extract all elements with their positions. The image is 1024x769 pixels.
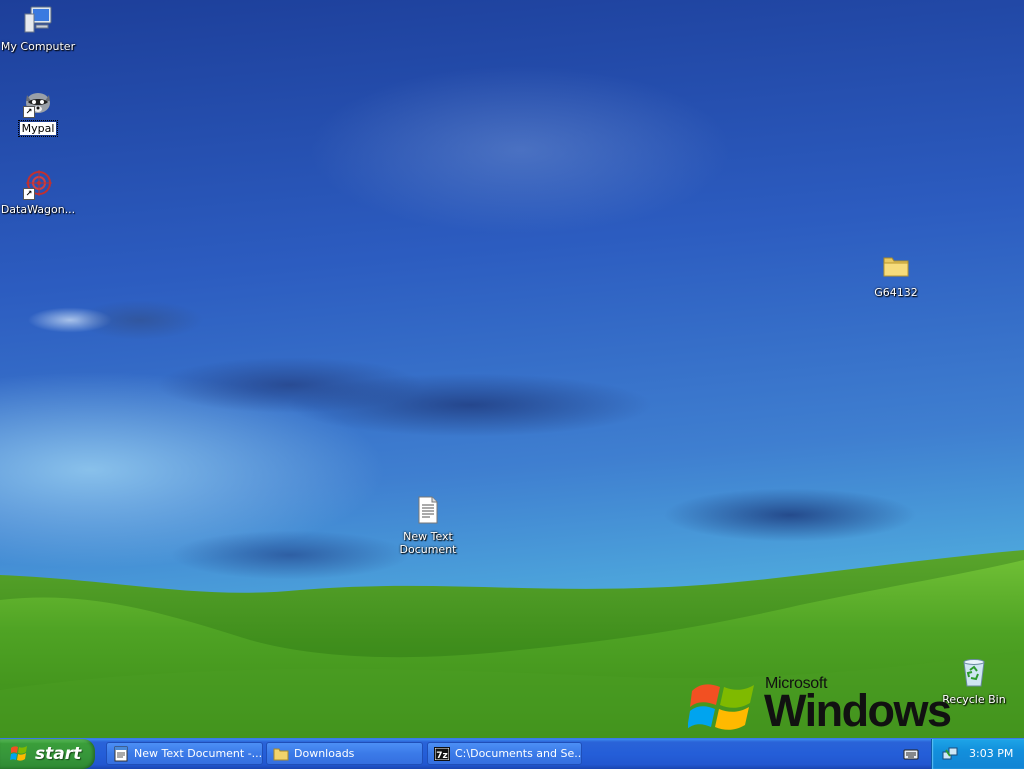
- icon-label: G64132: [874, 286, 918, 299]
- system-tray: 3:03 PM: [931, 739, 1024, 769]
- windows-flag-icon: [10, 746, 27, 761]
- bliss-hills: [0, 550, 1024, 738]
- text-document-icon: [411, 493, 445, 527]
- 7zip-icon: 7z: [434, 746, 450, 762]
- task-label: C:\Documents and Se...: [455, 747, 581, 760]
- datawagon-icon: ↗: [21, 166, 55, 200]
- raccoon-icon: ↗: [21, 84, 55, 118]
- windows-flag-icon: [688, 684, 754, 730]
- taskbar-button-downloads[interactable]: Downloads: [266, 742, 423, 765]
- desktop-icon-new-text-document[interactable]: New Text Document: [390, 493, 466, 556]
- taskbar-button-notepad[interactable]: New Text Document -...: [106, 742, 263, 765]
- task-label: Downloads: [294, 747, 355, 760]
- clock[interactable]: 3:03 PM: [969, 747, 1013, 760]
- icon-label: New Text Document: [399, 530, 457, 556]
- desktop-icon-g64132[interactable]: G64132: [858, 249, 934, 299]
- taskbar: start New Text Document -... Downloads 7…: [0, 738, 1024, 769]
- network-icon[interactable]: [942, 746, 958, 762]
- notepad-icon: [113, 746, 129, 762]
- desktop-icon-datawagon[interactable]: ↗ DataWagon...: [0, 166, 76, 216]
- icon-label: Mypal: [17, 120, 59, 137]
- desktop-icon-mypal[interactable]: ↗ Mypal: [0, 84, 76, 137]
- svg-text:7z: 7z: [436, 751, 448, 761]
- start-label: start: [35, 744, 82, 764]
- desktop-icon-my-computer[interactable]: My Computer: [0, 3, 76, 53]
- icon-label: My Computer: [0, 40, 76, 53]
- start-button[interactable]: start: [0, 739, 95, 769]
- folder-icon: [879, 249, 913, 283]
- keyboard-icon[interactable]: [903, 747, 919, 761]
- folder-icon: [273, 746, 289, 762]
- taskbar-button-7zip[interactable]: 7z C:\Documents and Se...: [427, 742, 582, 765]
- desktop[interactable]: My Computer ↗ Mypal ↗ DataWagon... G6413…: [0, 0, 1024, 738]
- task-label: New Text Document -...: [134, 747, 262, 760]
- windows-logo: Microsoft Windows: [688, 675, 988, 735]
- logo-product: Windows: [764, 685, 952, 736]
- shortcut-arrow-icon: ↗: [23, 188, 35, 200]
- icon-label: DataWagon...: [0, 203, 76, 216]
- computer-icon: [21, 3, 55, 37]
- shortcut-arrow-icon: ↗: [23, 106, 35, 118]
